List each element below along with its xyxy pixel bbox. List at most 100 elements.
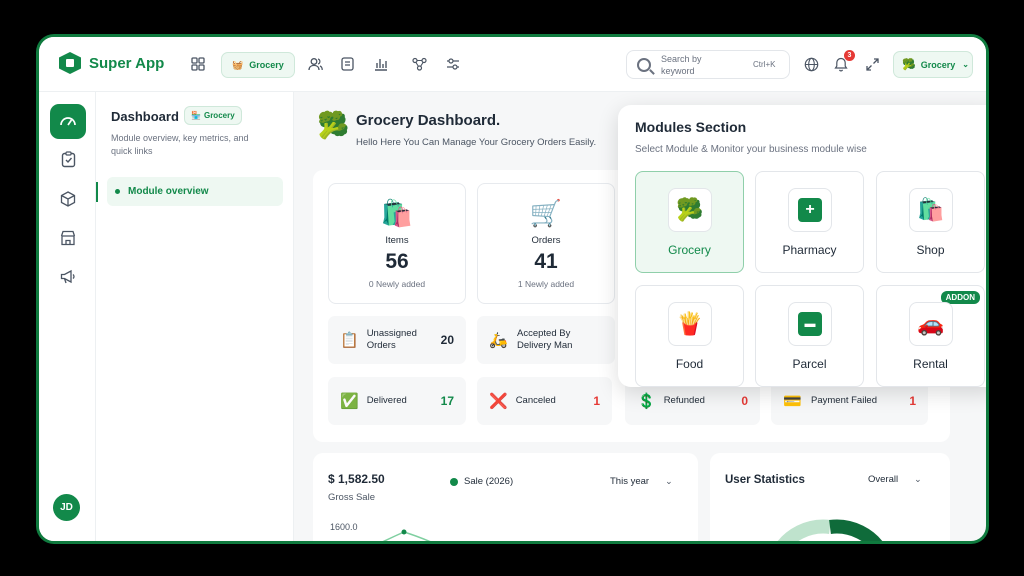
legend-label: Sale (2026) [464,476,514,487]
page-title: Grocery Dashboard. [356,112,501,129]
stat-value: 56 [385,250,409,273]
sub-sidebar: Dashboard 🏪 Grocery Module overview, key… [96,92,294,541]
megaphone-icon [60,269,76,288]
user-donut-chart [777,519,883,541]
shopping-cart-icon: 🛒 [529,198,563,228]
stat-value: 41 [534,250,558,273]
module-tag-badge: 🏪 Grocery [184,106,242,125]
module-select-dropdown[interactable]: 🥦 Grocery ⌄ [893,51,973,78]
rail-promotions[interactable] [50,261,86,296]
document-icon[interactable] [338,55,356,73]
status-label: Accepted By Delivery Man [517,328,573,351]
expand-icon[interactable] [863,55,881,73]
app-logo[interactable]: Super App [59,52,164,74]
status-accepted-by-delivery-man[interactable]: 🛵 Accepted By Delivery Man [477,316,615,364]
clipboard-icon: 📋 [340,332,359,349]
user-statistics-title: User Statistics [725,474,805,486]
notification-bell-icon[interactable]: 3 [832,50,855,73]
status-canceled[interactable]: ❌ Canceled 1 [477,377,612,425]
module-label: Parcel [792,357,827,371]
user-filter-label: Overall [868,474,899,485]
rail-dashboard[interactable] [50,104,86,139]
avatar[interactable]: JD [53,494,80,521]
chevron-down-icon: ⌄ [914,474,922,484]
shopping-bag-icon: 🛍️ [909,188,953,232]
gross-sale-label: Gross Sale [328,492,375,503]
fries-icon: 🍟 [668,302,712,346]
grid-apps-icon[interactable] [189,55,207,73]
status-label: Unassigned Orders [366,328,417,351]
payment-failed-icon: 💳 [783,393,802,410]
module-tile-grocery[interactable]: 🥦 Grocery [635,171,744,273]
app-name: Super App [89,54,165,72]
user-statistics-card: User Statistics Overall ⌄ [710,453,950,541]
modules-popup: Modules Section Select Module & Monitor … [618,105,986,387]
canceled-icon: ❌ [489,393,508,410]
share-nodes-icon[interactable] [410,55,428,73]
rail-items[interactable] [50,183,86,218]
stat-note: 1 Newly added [517,279,575,289]
settings-sliders-icon[interactable] [444,55,462,73]
icon-rail: JD [39,92,96,541]
module-tile-parcel[interactable]: ▬ Parcel [755,285,864,387]
status-delivered[interactable]: ✅ Delivered 17 [328,377,466,425]
module-label: Grocery [668,243,711,257]
globe-icon[interactable] [802,55,820,73]
status-label: Payment Failed [811,395,878,406]
module-select-label: Grocery [920,59,956,70]
gross-sale-card: $ 1,582.50 Gross Sale Sale (2026) This y… [313,453,698,541]
modules-title: Modules Section [635,119,747,135]
medical-kit-icon: + [788,188,832,232]
store-icon [60,230,76,250]
status-value: 0 [741,394,748,408]
stat-note: 0 Newly added [368,279,426,289]
search-shortcut: Ctrl+K [753,60,776,69]
sidebar-item-module-overview[interactable]: Module overview [107,177,283,206]
sales-line-chart [382,529,431,541]
store-icon: 🏪 [191,111,201,120]
period-select-label: This year [610,476,650,487]
chart-legend: Sale (2026) [450,476,513,487]
active-indicator [96,182,98,202]
stat-card-orders[interactable]: 🛒 Orders 41 1 Newly added [477,183,615,304]
module-tile-food[interactable]: 🍟 Food [635,285,744,387]
chevron-down-icon: ⌄ [962,60,969,69]
module-tile-rental[interactable]: ADDON 🚗 Rental [876,285,985,387]
status-label: Delivered [366,395,407,406]
rail-orders[interactable] [50,144,86,179]
gross-sale-amount: $ 1,582.50 [328,472,385,486]
status-value: 20 [440,333,454,347]
bar-chart-icon[interactable] [372,55,390,73]
app-frame: Super App 🧺 Grocery Search by keyword Ct… [36,34,989,544]
module-label: Food [675,357,704,371]
page-subtitle: Hello Here You Can Manage Your Grocery O… [356,137,597,148]
chevron-down-icon: ⌄ [665,476,673,486]
sub-sidebar-title: Dashboard [111,109,179,124]
search-icon [637,57,651,72]
period-select-dropdown[interactable]: This year ⌄ [610,472,673,491]
stat-label: Items [385,235,409,246]
y-axis-tick: 1600.0 [330,522,358,532]
stat-card-items[interactable]: 🛍️ Items 56 0 Newly added [328,183,466,304]
clipboard-check-icon [61,151,76,172]
stat-label: Orders [531,235,561,246]
module-tile-pharmacy[interactable]: + Pharmacy [755,171,864,273]
bullet-dot-icon [115,189,120,194]
module-tile-shop[interactable]: 🛍️ Shop [876,171,985,273]
status-unassigned-orders[interactable]: 📋 Unassigned Orders 20 [328,316,466,364]
module-pill-button[interactable]: 🧺 Grocery [221,52,295,78]
user-filter-dropdown[interactable]: Overall ⌄ [868,470,922,489]
parcel-box-icon: ▬ [788,302,832,346]
module-tag-label: Grocery [203,111,235,120]
modules-subtitle: Select Module & Monitor your business mo… [635,144,867,155]
broccoli-icon: 🥦 [668,188,712,232]
sub-sidebar-description: Module overview, key metrics, and quick … [111,133,249,156]
refund-icon: 💲 [637,393,656,410]
users-icon[interactable] [306,55,324,73]
rail-stores[interactable] [50,222,86,257]
search-input[interactable]: Search by keyword Ctrl+K [626,50,790,79]
gauge-icon [59,112,77,132]
notification-count-badge: 3 [844,50,855,61]
module-label: Shop [916,243,945,257]
module-label: Pharmacy [782,243,837,257]
